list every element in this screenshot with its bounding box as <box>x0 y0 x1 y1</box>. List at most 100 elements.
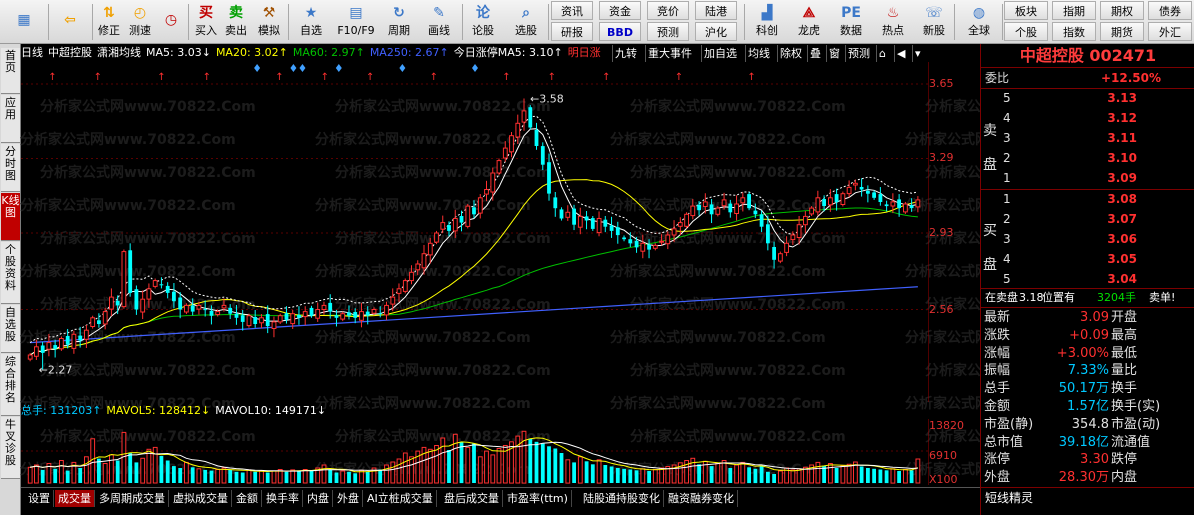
sell-level-row[interactable]: 1 3.09 <box>981 170 1194 187</box>
indicator-tab-8[interactable]: AI立桩成交量 <box>364 490 437 507</box>
toolbar-pen-button[interactable]: ✎ 画线 <box>420 0 458 44</box>
volume-bar <box>184 461 189 484</box>
chart-tool-1[interactable]: 重大事件 <box>645 45 694 62</box>
toolbar-gauge-button[interactable]: ◴ 测速 <box>126 0 154 44</box>
left-tab-0[interactable]: 首页 <box>1 48 20 94</box>
chart-tool-7[interactable]: 预测 <box>845 45 872 62</box>
buy-price: 3.07 <box>1107 212 1137 226</box>
volume-bar <box>178 468 183 483</box>
buy-level-row[interactable]: 5 3.04 <box>981 271 1194 288</box>
toolbar-small-button[interactable]: 资金 <box>599 1 641 20</box>
chart-tool-3[interactable]: 均线 <box>745 45 772 62</box>
toolbar-pe-button[interactable]: PE 数据 <box>832 0 870 44</box>
chart-tool-2[interactable]: 加自选 <box>701 45 739 62</box>
toolbar-back-arrow-button[interactable]: ⇦ <box>50 0 90 44</box>
candle-body <box>302 311 308 318</box>
toolbar-up-down-button[interactable]: ⇅ 修正 <box>95 0 123 44</box>
toolbar-logo-button[interactable]: ▦ <box>4 0 44 44</box>
volume-bar <box>559 453 564 483</box>
toolbar-phone-button[interactable]: ☏ 新股 <box>916 0 952 44</box>
toolbar-globe-button[interactable]: ◍ 全球 <box>958 0 1000 44</box>
toolbar-small-button[interactable]: 陆港 <box>695 1 737 20</box>
toolbar-cycle-button[interactable]: ↻ 周期 <box>380 0 418 44</box>
left-tab-7[interactable]: 牛叉诊股 <box>1 417 20 479</box>
sell-level-row[interactable]: 3 3.11 <box>981 130 1194 147</box>
toolbar-small-button[interactable]: 板块 <box>1004 1 1048 20</box>
chart-tool-0[interactable]: 九转 <box>612 45 639 62</box>
toolbar-clock-button[interactable]: ◷ <box>157 0 185 44</box>
buy-level-row[interactable]: 3 3.06 <box>981 231 1194 248</box>
toolbar-small-button[interactable]: 预测 <box>647 22 689 41</box>
toolbar-small-button[interactable]: 沪化 <box>695 22 737 41</box>
toolbar-buy-button[interactable]: 买买入 <box>192 0 220 44</box>
stat-value: 7.33% <box>1067 363 1109 379</box>
toolbar-small-button[interactable]: 指期 <box>1052 1 1096 20</box>
lock-icon[interactable]: ⌂ <box>876 45 888 62</box>
toolbar-small-button[interactable]: 研报 <box>551 22 593 41</box>
cycle-icon: ↻ <box>393 5 405 21</box>
indicator-tab-12[interactable]: 融资融券变化 <box>665 490 738 507</box>
indicator-tab-4[interactable]: 金额 <box>233 490 262 507</box>
buy-level-row[interactable]: 2 3.07 <box>981 211 1194 228</box>
indicator-tab-10[interactable]: 市盈率(ttm) <box>504 490 572 507</box>
toolbar-hammer-button[interactable]: ⚒ 模拟 <box>254 0 284 44</box>
volume-bar <box>165 460 170 483</box>
buy-level-row[interactable]: 1 3.08 <box>981 191 1194 208</box>
buy-level-row[interactable]: 4 3.05 <box>981 251 1194 268</box>
play-back-icon[interactable]: ◀ <box>894 45 907 62</box>
toolbar-hot-button[interactable]: ♨ 热点 <box>874 0 912 44</box>
indicator-text: 明日涨 <box>567 46 601 59</box>
toolbar-small-button[interactable]: 债券 <box>1148 1 1192 20</box>
indicator-tab-2[interactable]: 多周期成交量 <box>96 490 169 507</box>
indicator-tab-3[interactable]: 虚拟成交量 <box>170 490 232 507</box>
indicator-tab-7[interactable]: 外盘 <box>334 490 363 507</box>
indicator-tab-11[interactable]: 陆股通持股变化 <box>580 490 664 507</box>
stat-label-2: 市盈(动) <box>1111 416 1161 432</box>
toolbar-small-button[interactable]: 期权 <box>1100 1 1144 20</box>
volume-bar <box>259 470 264 484</box>
toolbar-separator <box>188 4 189 40</box>
indicator-tab-0[interactable]: 设置 <box>25 490 54 507</box>
toolbar-small-button[interactable]: 指数 <box>1052 22 1096 41</box>
toolbar-small-button[interactable]: 期货 <box>1100 22 1144 41</box>
volume-bar <box>253 471 258 484</box>
price-chart[interactable]: ←3.58 ←2.27 ↑ ↑ ↑ ↑ ↑ ↑ ↑ ↑ ↑ ↑ ↑ ↑ ↑ <box>21 62 929 402</box>
toolbar-star-button[interactable]: ★ 自选 <box>292 0 330 44</box>
chart-tool-5[interactable]: 叠 <box>807 45 823 62</box>
toolbar-small-button[interactable]: 竞价 <box>647 1 689 20</box>
toolbar-search-button[interactable]: ⌕ 选股 <box>506 0 546 44</box>
toolbar-dragon-button[interactable]: ⟁ 龙虎 <box>790 0 828 44</box>
toolbar-small-button[interactable]: 外汇 <box>1148 22 1192 41</box>
short-term-spirit[interactable]: 短线精灵 <box>981 490 1194 507</box>
indicator-tab-9[interactable]: 盘后成交量 <box>441 490 503 507</box>
toolbar-sell-button[interactable]: 卖卖出 <box>222 0 250 44</box>
candle-body <box>427 242 433 256</box>
left-tab-6[interactable]: 综合排名 <box>1 354 20 416</box>
volume-bar <box>234 471 239 484</box>
candle-body <box>409 271 414 282</box>
signal-arrow: ↑ <box>321 72 329 83</box>
sell-level-row[interactable]: 4 3.12 <box>981 110 1194 127</box>
left-tab-4[interactable]: 个股资料 <box>1 242 20 304</box>
toolbar-chat-button[interactable]: 论论股 <box>466 0 500 44</box>
sell-level-row[interactable]: 2 3.10 <box>981 150 1194 167</box>
toolbar-chart-button[interactable]: ▟ 科创 <box>748 0 786 44</box>
price-tick-label: 2.56 <box>929 302 954 316</box>
chevron-down-icon[interactable]: ▾ <box>912 45 923 62</box>
sell-level-row[interactable]: 5 3.13 <box>981 90 1194 107</box>
left-tab-5[interactable]: 自选股 <box>1 305 20 353</box>
left-tab-3[interactable]: K线图 <box>1 193 20 241</box>
chart-tool-6[interactable]: 窗 <box>826 45 842 62</box>
toolbar-small-button[interactable]: 资讯 <box>551 1 593 20</box>
toolbar-f10-button[interactable]: ▤ F10/F9 <box>332 0 380 44</box>
toolbar-small-button[interactable]: 个股 <box>1004 22 1048 41</box>
indicator-tab-5[interactable]: 换手率 <box>263 490 303 507</box>
left-tab-1[interactable]: 应用 <box>1 95 20 143</box>
volume-bar <box>628 469 633 483</box>
chart-tool-4[interactable]: 除权 <box>777 45 804 62</box>
left-tab-2[interactable]: 分时图 <box>1 144 20 192</box>
indicator-tab-1[interactable]: 成交量 <box>55 490 95 507</box>
volume-chart[interactable] <box>21 419 929 485</box>
toolbar-small-button[interactable]: BBD <box>599 22 641 41</box>
indicator-tab-6[interactable]: 内盘 <box>304 490 333 507</box>
